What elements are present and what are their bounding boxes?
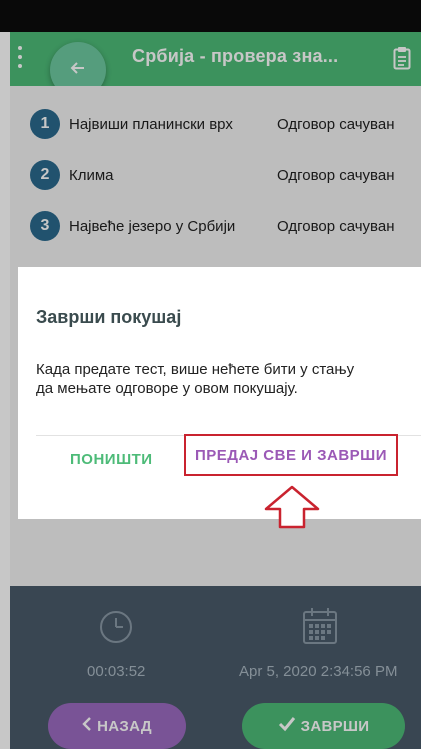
dialog-title: Заврши покушај	[36, 307, 182, 327]
cancel-button[interactable]: ПОНИШТИ	[70, 451, 153, 468]
arrow-up-icon	[264, 485, 320, 534]
finish-attempt-dialog: Заврши покушај Када предате тест, више н…	[18, 267, 421, 529]
quiz-screen: Србија - провера зна... 1 Највиши планин…	[0, 0, 421, 749]
submit-all-and-finish-button[interactable]: ПРЕДАЈ СВЕ И ЗАВРШИ	[184, 434, 398, 476]
submit-button-label: ПРЕДАЈ СВЕ И ЗАВРШИ	[194, 446, 388, 464]
dialog-message: Када предате тест, више нећете бити у ст…	[36, 361, 355, 397]
